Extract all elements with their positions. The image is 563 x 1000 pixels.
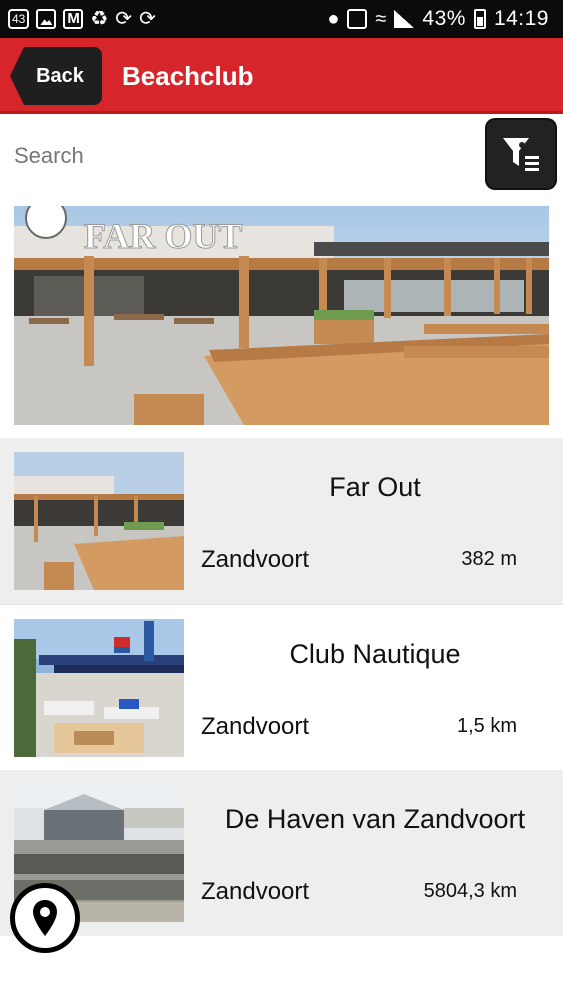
back-button[interactable]: Back [10, 47, 102, 105]
notification-count-icon: 43 [8, 9, 30, 29]
far-out-photo [14, 452, 184, 590]
list-item-name: Far Out [329, 472, 421, 502]
list-item[interactable]: De Haven van Zandvoort Zandvoort 5804,3 … [0, 770, 563, 936]
battery-percent: 43% [422, 7, 466, 30]
list-item-city: Zandvoort [201, 713, 310, 740]
status-bar-left: 43 ♻ ⟳ ⟳ [8, 7, 156, 31]
list-item-name: De Haven van Zandvoort [224, 804, 526, 834]
beachclub-photo: FAR OUT [14, 206, 549, 425]
status-bar: 43 ♻ ⟳ ⟳ ● ≈ 43% 14:19 [0, 0, 563, 38]
location-icon: ● [327, 8, 340, 30]
list-item-city: Zandvoort [201, 878, 310, 905]
search-bar [0, 114, 563, 196]
list-item-distance: 382 m [461, 548, 517, 570]
nfc-icon [347, 9, 368, 29]
filter-button[interactable] [487, 120, 555, 188]
club-nautique-photo [14, 619, 184, 757]
app-header: Back Beachclub [0, 38, 563, 114]
hero-image[interactable]: FAR OUT [14, 206, 549, 425]
search-input[interactable] [14, 136, 474, 176]
list-item[interactable]: Club Nautique Zandvoort 1,5 km [0, 604, 563, 770]
list-item-city: Zandvoort [201, 546, 310, 573]
map-pin-icon [33, 900, 57, 936]
battery-icon [473, 9, 486, 29]
wifi-icon: ≈ [375, 8, 387, 30]
list-item-name: Club Nautique [289, 639, 461, 669]
list-item[interactable]: Far Out Zandvoort 382 m [0, 438, 563, 604]
list-item-distance: 1,5 km [456, 715, 517, 737]
page-title: Beachclub [122, 61, 254, 91]
list-item-distance: 5804,3 km [423, 880, 517, 902]
tasks-icon: ♻ [90, 8, 109, 30]
list-item-thumbnail [14, 619, 184, 757]
map-button[interactable] [10, 883, 80, 953]
beachclub-list: Far Out Zandvoort 382 m Club Nautique Za… [0, 438, 563, 936]
sync-icon: ⟳ [115, 8, 133, 30]
hero-sign-text: FAR OUT [84, 216, 242, 256]
signal-icon [394, 10, 415, 28]
gmail-icon [63, 9, 84, 29]
clock: 14:19 [493, 7, 549, 30]
sync-icon: ⟳ [139, 8, 156, 30]
image-icon [36, 9, 57, 29]
list-item-thumbnail [14, 452, 184, 590]
status-bar-right: ● ≈ 43% 14:19 [327, 6, 549, 32]
filter-icon [503, 138, 539, 171]
